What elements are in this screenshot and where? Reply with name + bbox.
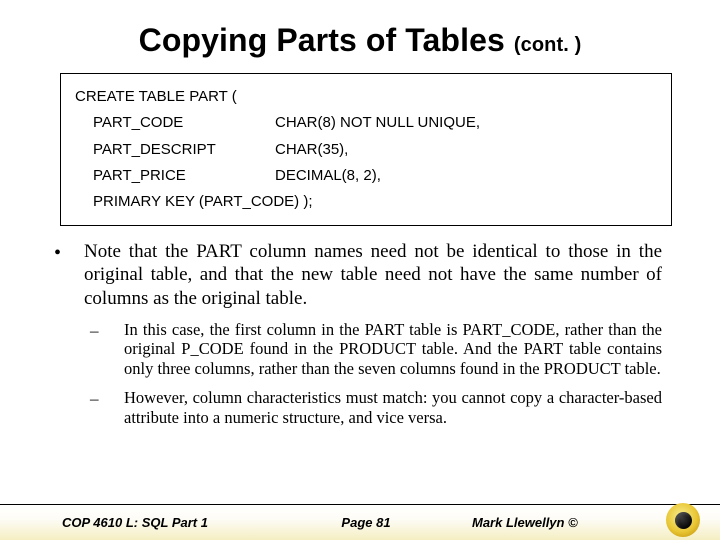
footer-course: COP 4610 L: SQL Part 1 (20, 515, 290, 530)
bullet-marker: • (50, 240, 84, 310)
dash-marker: – (90, 388, 124, 427)
sql-header: CREATE TABLE PART ( (75, 84, 661, 110)
sub-bullet-item: – In this case, the first column in the … (90, 320, 662, 378)
sql-col-def: CHAR(8) NOT NULL UNIQUE, (275, 110, 661, 136)
sql-col-def: CHAR(35), (275, 137, 661, 163)
dash-marker: – (90, 320, 124, 378)
slide: Copying Parts of Tables (cont. ) CREATE … (0, 0, 720, 540)
bullet-list: • Note that the PART column names need n… (50, 240, 662, 427)
footer-author: Mark Llewellyn © (442, 515, 700, 530)
sql-row: PART_PRICE DECIMAL(8, 2), (75, 163, 661, 189)
sql-col-name: PART_DESCRIPT (75, 137, 275, 163)
sql-row: PART_DESCRIPT CHAR(35), (75, 137, 661, 163)
title-cont: (cont. ) (514, 34, 581, 56)
sub-bullet-text: However, column characteristics must mat… (124, 388, 662, 427)
title-main: Copying Parts of Tables (139, 22, 505, 58)
sql-col-def: DECIMAL(8, 2), (275, 163, 661, 189)
sql-create-box: CREATE TABLE PART ( PART_CODE CHAR(8) NO… (60, 73, 672, 226)
sql-row: PART_CODE CHAR(8) NOT NULL UNIQUE, (75, 110, 661, 136)
sql-col-name: PART_CODE (75, 110, 275, 136)
sql-footer: PRIMARY KEY (PART_CODE) ); (75, 189, 661, 215)
sql-col-name: PART_PRICE (75, 163, 275, 189)
sub-bullet-text: In this case, the first column in the PA… (124, 320, 662, 378)
sub-bullet-item: – However, column characteristics must m… (90, 388, 662, 427)
footer-page: Page 81 (290, 515, 442, 530)
ucf-logo-icon (666, 503, 700, 537)
slide-title: Copying Parts of Tables (cont. ) (30, 22, 690, 59)
bullet-item: • Note that the PART column names need n… (50, 240, 662, 310)
slide-footer: COP 4610 L: SQL Part 1 Page 81 Mark Llew… (0, 504, 720, 540)
bullet-text: Note that the PART column names need not… (84, 240, 662, 310)
